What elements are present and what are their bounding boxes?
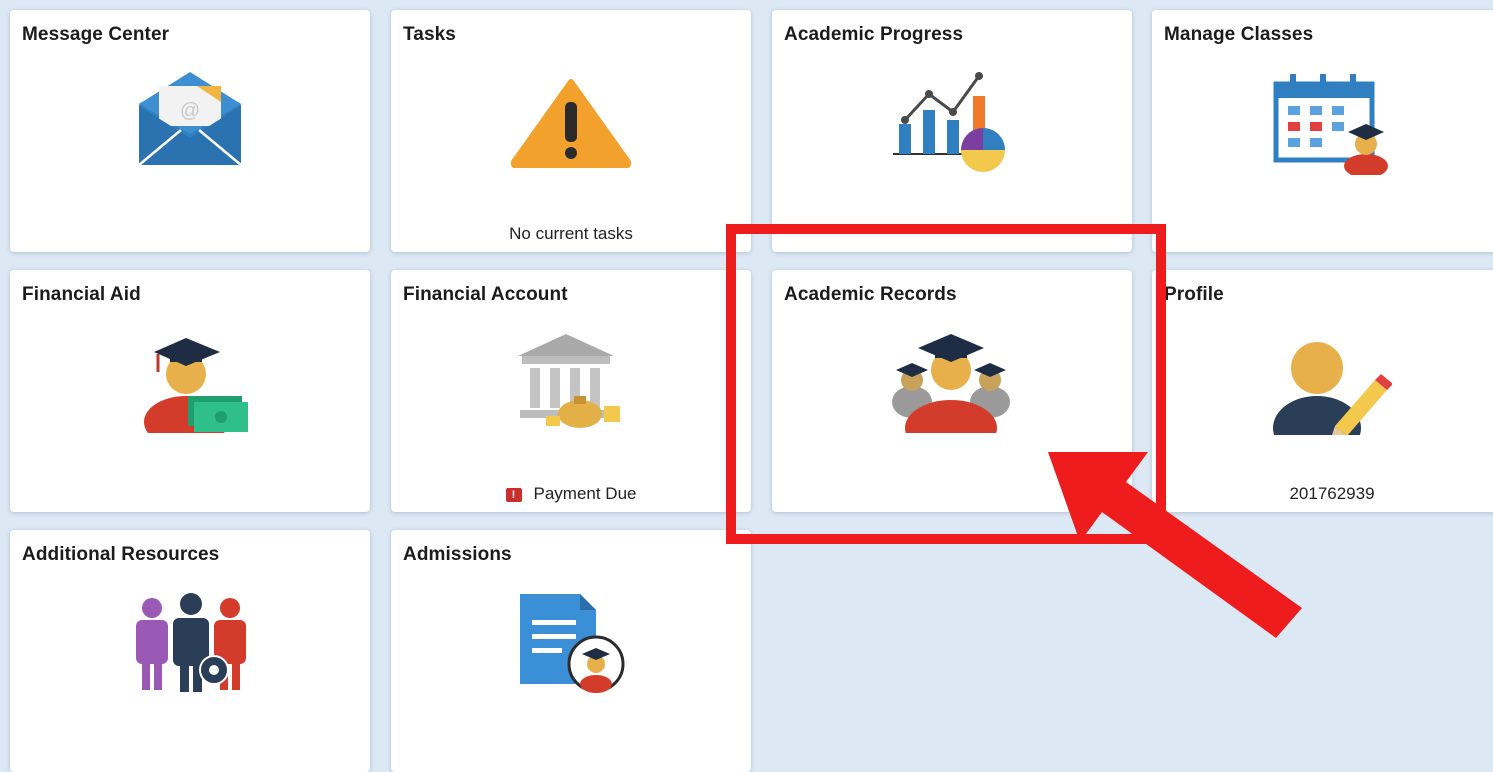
payment-due-status: ! Payment Due — [391, 484, 751, 504]
tile-title: Tasks — [403, 24, 456, 45]
tile-title: Message Center — [22, 24, 170, 45]
tile-admissions[interactable]: Admissions — [391, 530, 751, 772]
tile-title: Financial Aid — [22, 284, 141, 305]
document-graduate-icon — [520, 594, 625, 693]
tile-academic-progress[interactable]: Academic Progress — [772, 10, 1132, 252]
chart-icon — [893, 72, 1005, 172]
tile-title: Academic Records — [784, 284, 957, 305]
profile-id-text: 201762939 — [1289, 484, 1375, 503]
tile-academic-records[interactable]: Academic Records — [772, 270, 1132, 512]
tile-title: Academic Progress — [784, 24, 964, 45]
tile-manage-classes[interactable]: Manage Classes — [1152, 10, 1493, 252]
people-gear-icon — [136, 593, 246, 692]
envelope-icon: @ — [138, 72, 242, 166]
alert-icon: ! — [505, 487, 522, 502]
tile-title: Additional Resources — [22, 544, 220, 565]
tile-financial-account[interactable]: Financial Account ! Payment Due — [391, 270, 751, 512]
graduate-money-icon — [144, 338, 248, 433]
tile-tasks[interactable]: Tasks No current tasks — [391, 10, 751, 252]
graduates-group-icon — [892, 334, 1010, 433]
svg-text:@: @ — [180, 100, 200, 122]
user-edit-icon — [1273, 342, 1392, 435]
warning-icon — [511, 79, 631, 168]
calendar-student-icon — [1273, 74, 1388, 175]
tile-profile[interactable]: Profile 201762939 — [1152, 270, 1493, 512]
tile-message-center[interactable]: Message Center @ — [10, 10, 370, 252]
tile-additional-resources[interactable]: Additional Resources — [10, 530, 370, 772]
tile-financial-aid[interactable]: Financial Aid — [10, 270, 370, 512]
tile-title: Financial Account — [403, 284, 568, 305]
tasks-status-text: No current tasks — [509, 224, 633, 243]
tile-title: Manage Classes — [1164, 24, 1314, 45]
tile-title: Admissions — [403, 544, 512, 565]
bank-icon — [518, 334, 620, 428]
tile-title: Profile — [1164, 284, 1224, 305]
payment-due-text: Payment Due — [533, 484, 637, 503]
